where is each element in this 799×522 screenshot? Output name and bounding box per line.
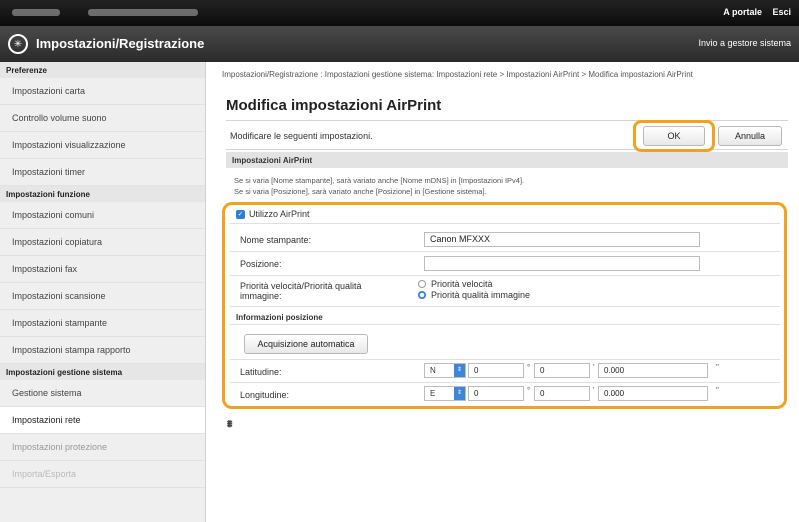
latitude-direction-value: N xyxy=(430,366,436,375)
latitude-minutes-input[interactable]: 0 xyxy=(534,363,590,378)
radio-speed-label: Priorità velocità xyxy=(431,279,493,289)
checkbox-checked-icon[interactable]: ✓ xyxy=(236,209,245,219)
sidebar-section-preferences: Preferenze xyxy=(0,62,205,78)
printer-name-label: Nome stampante: xyxy=(240,235,312,245)
sidebar-item-system-management[interactable]: Gestione sistema xyxy=(0,380,205,407)
latitude-label: Latitudine: xyxy=(240,367,282,377)
exit-link[interactable]: Esci xyxy=(772,7,791,17)
ok-button[interactable]: OK xyxy=(643,126,705,146)
settings-logo-icon: ✳ xyxy=(8,34,28,54)
divider xyxy=(230,251,780,252)
second-unit: " xyxy=(716,363,719,372)
divider xyxy=(230,324,780,325)
degree-unit: ° xyxy=(527,386,531,395)
degree-unit: ° xyxy=(527,363,531,372)
divider xyxy=(230,306,780,307)
divider xyxy=(230,275,780,276)
sidebar-section-system: Impostazioni gestione sistema xyxy=(0,364,205,380)
breadcrumb: Impostazioni/Registrazione : Impostazion… xyxy=(222,70,693,79)
radio-selected-icon[interactable] xyxy=(418,291,426,299)
longitude-label: Longitudine: xyxy=(240,390,290,400)
radio-unselected-icon[interactable] xyxy=(418,280,426,288)
radio-speed[interactable]: Priorità velocità xyxy=(418,279,530,289)
minute-unit: ' xyxy=(593,386,595,395)
divider xyxy=(230,359,780,360)
top-links: A portale Esci xyxy=(715,7,791,17)
section-header: Impostazioni AirPrint xyxy=(226,152,788,168)
notes: Se si varia [Nome stampante], sarà varia… xyxy=(234,175,524,197)
main-content: Impostazioni/Registrazione : Impostazion… xyxy=(222,62,792,522)
instruction-text: Modificare le seguenti impostazioni. xyxy=(230,131,373,141)
sidebar-item-printer[interactable]: Impostazioni stampante xyxy=(0,310,205,337)
page-header: ✳ Impostazioni/Registrazione Invio a ges… xyxy=(0,26,799,62)
sidebar-item-fax[interactable]: Impostazioni fax xyxy=(0,256,205,283)
portal-link[interactable]: A portale xyxy=(723,7,762,17)
radio-quality-label: Priorità qualità immagine xyxy=(431,290,531,300)
location-info-heading: Informazioni posizione xyxy=(236,313,323,322)
sidebar-item-timer[interactable]: Impostazioni timer xyxy=(0,159,205,186)
priority-radio-group: Priorità velocità Priorità qualità immag… xyxy=(418,279,530,301)
latitude-seconds-input[interactable]: 0.000 xyxy=(598,363,708,378)
send-to-admin-link[interactable]: Invio a gestore sistema xyxy=(698,38,791,48)
note-printer-name: Se si varia [Nome stampante], sarà varia… xyxy=(234,176,525,185)
minute-unit: ' xyxy=(593,363,595,372)
auto-acquire-button[interactable]: Acquisizione automatica xyxy=(244,334,368,354)
sidebar-item-display[interactable]: Impostazioni visualizzazione xyxy=(0,132,205,159)
location-input[interactable] xyxy=(424,256,700,271)
sidebar-item-scan[interactable]: Impostazioni scansione xyxy=(0,283,205,310)
divider xyxy=(230,223,780,224)
blurred-device-name xyxy=(12,9,60,16)
sidebar-item-common[interactable]: Impostazioni comuni xyxy=(0,202,205,229)
instruction-row: Modificare le seguenti impostazioni. OK … xyxy=(226,120,788,152)
second-unit: " xyxy=(716,386,719,395)
longitude-degrees-input[interactable]: 0 xyxy=(468,386,524,401)
radio-quality[interactable]: Priorità qualità immagine xyxy=(418,290,530,300)
longitude-direction-select[interactable]: E ⇕ xyxy=(424,386,466,401)
use-airprint-label: Utilizzo AirPrint xyxy=(249,209,310,219)
sidebar-section-function: Impostazioni funzione xyxy=(0,186,205,202)
select-arrow-icon: ⇕ xyxy=(454,364,465,377)
sidebar-item-security[interactable]: Impostazioni protezione xyxy=(0,434,205,461)
printer-name-input[interactable]: Canon MFXXX xyxy=(424,232,700,247)
collapse-arrows-icon[interactable]: ⩩ xyxy=(227,419,232,430)
sidebar-item-network[interactable]: Impostazioni rete xyxy=(0,407,205,434)
longitude-minutes-input[interactable]: 0 xyxy=(534,386,590,401)
sidebar-item-paper[interactable]: Impostazioni carta xyxy=(0,78,205,105)
sidebar-item-import-export[interactable]: Importa/Esporta xyxy=(0,461,205,488)
use-airprint-row[interactable]: ✓ Utilizzo AirPrint xyxy=(236,209,310,219)
latitude-direction-select[interactable]: N ⇕ xyxy=(424,363,466,378)
priority-label: Priorità velocità/Priorità qualità immag… xyxy=(240,281,362,301)
divider xyxy=(230,382,780,383)
latitude-degrees-input[interactable]: 0 xyxy=(468,363,524,378)
location-label: Posizione: xyxy=(240,259,282,269)
sidebar-item-volume[interactable]: Controllo volume suono xyxy=(0,105,205,132)
page-title: Modifica impostazioni AirPrint xyxy=(226,97,442,114)
blurred-device-model xyxy=(88,9,198,16)
longitude-seconds-input[interactable]: 0.000 xyxy=(598,386,708,401)
app-title: Impostazioni/Registrazione xyxy=(36,36,205,51)
sidebar: Preferenze Impostazioni carta Controllo … xyxy=(0,62,206,522)
top-bar: A portale Esci xyxy=(0,0,799,26)
longitude-direction-value: E xyxy=(430,389,436,398)
select-arrow-icon: ⇕ xyxy=(454,387,465,400)
sidebar-item-report[interactable]: Impostazioni stampa rapporto xyxy=(0,337,205,364)
sidebar-item-copy[interactable]: Impostazioni copiatura xyxy=(0,229,205,256)
note-location: Se si varia [Posizione], sarà variato an… xyxy=(234,187,487,196)
cancel-button[interactable]: Annulla xyxy=(718,126,782,146)
